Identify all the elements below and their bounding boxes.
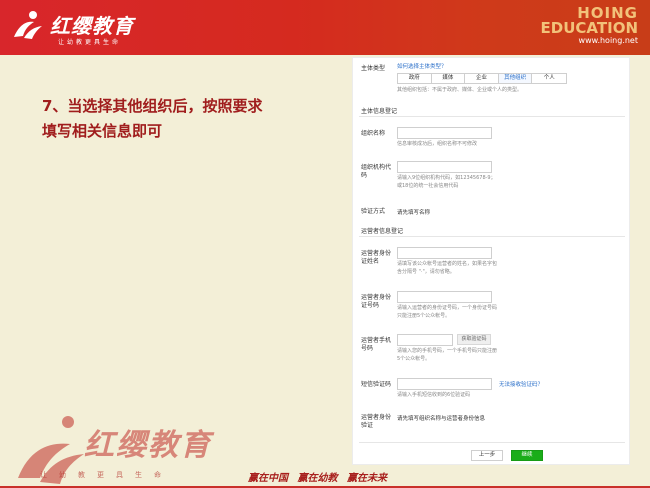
divider bbox=[359, 116, 625, 117]
registration-form-panel: 主体类型 如何选择主体类型？ 政府 媒体 企业 其他组织 个人 其他组织包括：不… bbox=[352, 57, 630, 465]
brand-line2: EDUCATION bbox=[540, 19, 638, 37]
subject-type-hint: 其他组织包括：不属于政府、媒体、企业或个人的类型。 bbox=[397, 87, 523, 93]
sms-code-label: 短信验证码 bbox=[361, 381, 392, 388]
operator-phone-hint2: 5个公众帐号。 bbox=[397, 356, 431, 362]
org-name-label: 组织名称 bbox=[361, 130, 386, 137]
operator-id-hint1: 请输入运营者的身份证号码，一个身份证号码 bbox=[397, 305, 498, 311]
footer-motto: 赢在中国 赢在幼教 赢在未来 bbox=[248, 473, 387, 484]
org-code-input[interactable] bbox=[397, 161, 492, 173]
sms-code-hint: 请输入手机短信收到的6位验证码 bbox=[397, 392, 471, 398]
continue-button[interactable]: 继续 bbox=[511, 450, 543, 461]
sms-code-input[interactable] bbox=[397, 378, 492, 390]
subject-type-option[interactable]: 个人 bbox=[532, 74, 566, 83]
subject-type-option[interactable]: 企业 bbox=[465, 74, 499, 83]
subject-type-option-active[interactable]: 其他组织 bbox=[498, 74, 533, 83]
get-code-button[interactable]: 获取验证码 bbox=[457, 334, 491, 345]
brand-url: www.hoing.net bbox=[578, 36, 638, 45]
org-name-hint: 信息审核成功后，组织名称不可修改 bbox=[397, 141, 478, 147]
operator-name-hint1: 请填写该公众帐号运营者的姓名，如果名字包 bbox=[397, 261, 498, 267]
caption-line2: 填写相关信息即可 bbox=[42, 122, 163, 140]
subject-type-selector: 政府 媒体 企业 其他组织 个人 bbox=[397, 73, 567, 84]
subject-type-label: 主体类型 bbox=[361, 65, 386, 72]
operator-name-label: 运营者身份 证姓名 bbox=[361, 250, 392, 265]
org-code-label: 组织机构代码 bbox=[361, 164, 392, 179]
org-code-hint2: 或18位的统一社会信用代码 bbox=[397, 183, 459, 189]
operator-name-hint2: 含分隔号 "·"，请勿省略。 bbox=[397, 269, 455, 275]
operator-phone-label: 运营者手机 号码 bbox=[361, 337, 392, 352]
logo-slogan: 让幼教更具生命 bbox=[58, 39, 122, 46]
org-name-input[interactable] bbox=[397, 127, 492, 139]
operator-verify-value: 请先填写组织名称与运营者身份信息 bbox=[397, 416, 486, 422]
brand-english: HOING EDUCATION www.hoing.net bbox=[541, 6, 638, 46]
operator-id-label: 运营者身份 证号码 bbox=[361, 294, 392, 309]
subject-type-option[interactable]: 媒体 bbox=[432, 74, 466, 83]
divider bbox=[359, 442, 625, 443]
hongying-logo-icon bbox=[14, 11, 42, 39]
subject-type-option[interactable]: 政府 bbox=[398, 74, 432, 83]
operator-id-input[interactable] bbox=[397, 291, 492, 303]
operator-verify-label: 运营者身份 验证 bbox=[361, 414, 392, 429]
operator-name-input[interactable] bbox=[397, 247, 492, 259]
operator-phone-hint1: 请输入您的手机号码，一个手机号码只能注册 bbox=[397, 348, 498, 354]
section-operator-info: 运营者信息登记 bbox=[361, 228, 404, 235]
footer-slogan: 让幼教更具生命 bbox=[40, 471, 173, 479]
header-bar: 红缨教育 让幼教更具生命 HOING EDUCATION www.hoing.n… bbox=[0, 0, 650, 55]
slide-caption: 7、当选择其他组织后，按照要求 填写相关信息即可 bbox=[42, 94, 342, 144]
logo-text: 红缨教育 bbox=[50, 14, 134, 38]
verify-method-label: 验证方式 bbox=[361, 208, 386, 215]
verify-method-value: 请先填写名称 bbox=[397, 210, 431, 216]
operator-phone-input[interactable] bbox=[397, 334, 453, 346]
caption-line1: 7、当选择其他组织后，按照要求 bbox=[42, 97, 263, 115]
sms-help-link[interactable]: 无法接收验证码？ bbox=[499, 380, 543, 388]
operator-id-hint2: 只能注册5个公众帐号。 bbox=[397, 313, 451, 319]
section-subject-info: 主体信息登记 bbox=[361, 108, 398, 115]
org-code-hint1: 请输入9位组织机构代码，如12345678-9； bbox=[397, 175, 496, 181]
previous-step-button[interactable]: 上一步 bbox=[471, 450, 503, 461]
divider bbox=[359, 236, 625, 237]
footer-logo-text: 红缨教育 bbox=[84, 428, 212, 463]
subject-type-help-link[interactable]: 如何选择主体类型？ bbox=[397, 62, 447, 70]
